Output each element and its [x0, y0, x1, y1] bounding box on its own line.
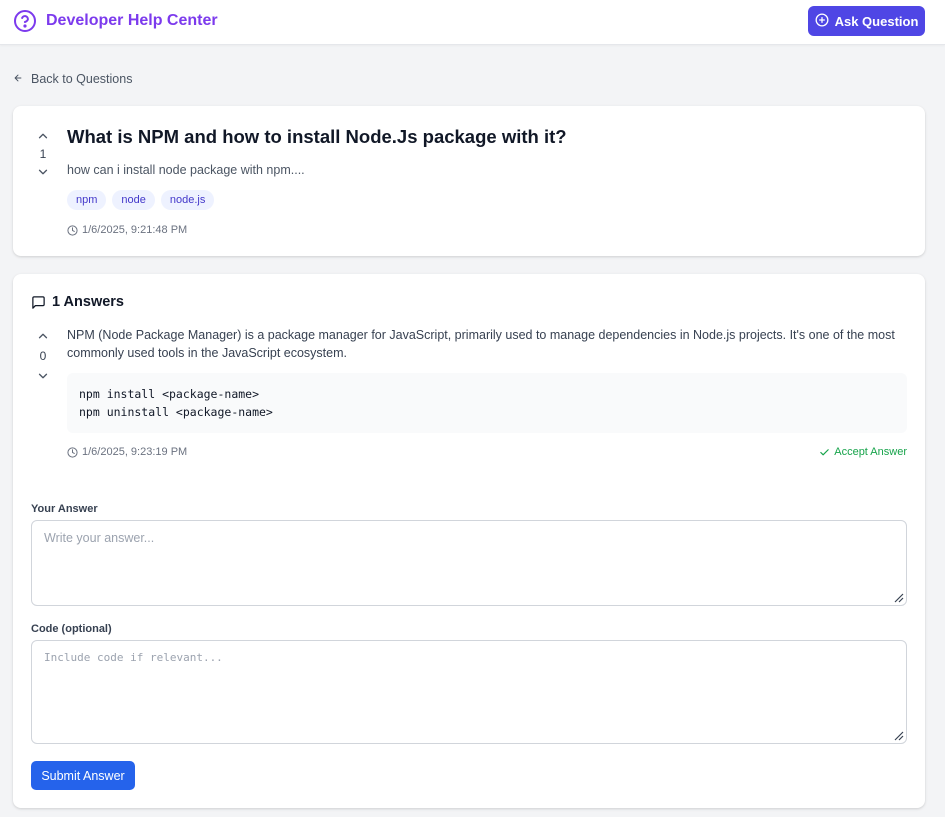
upvote-button[interactable]: [33, 128, 53, 144]
answer-timestamp-text: 1/6/2025, 9:23:19 PM: [82, 446, 188, 458]
accept-answer-button[interactable]: Accept Answer: [819, 446, 907, 458]
code-label: Code (optional): [31, 623, 112, 635]
chevron-down-icon: [38, 169, 48, 175]
plus-circle-icon: [815, 13, 835, 30]
chevron-down-icon: [38, 373, 48, 379]
tag-list: npm node node.js: [67, 190, 220, 210]
clock-icon: [67, 224, 78, 236]
question-body: how can i install node package with npm.…: [67, 163, 305, 177]
answers-heading: 1 Answers: [31, 294, 124, 310]
top-bar: Developer Help Center Ask Question: [0, 0, 945, 45]
answers-count: 1 Answers: [52, 294, 124, 310]
code-line: npm uninstall <package-name>: [79, 405, 273, 419]
your-answer-label: Your Answer: [31, 503, 98, 515]
code-line: npm install <package-name>: [79, 387, 260, 401]
question-card: 1 What is NPM and how to install Node.Js…: [13, 106, 925, 256]
brand[interactable]: Developer Help Center: [13, 9, 218, 33]
ask-question-label: Ask Question: [834, 13, 919, 29]
answer-vote-column: 0: [33, 328, 53, 384]
answer-upvote-button[interactable]: [33, 328, 53, 344]
arrow-left-icon: [13, 72, 31, 86]
back-label: Back to Questions: [31, 72, 133, 86]
question-vote-column: 1: [33, 128, 53, 180]
answer-vote-count: 0: [39, 349, 47, 363]
help-circle-icon: [13, 9, 37, 33]
answers-card: 1 Answers 0 NPM (Node Package Manager) i…: [13, 274, 925, 808]
vote-count: 1: [39, 147, 47, 161]
message-square-icon: [32, 295, 45, 309]
ask-question-button[interactable]: Ask Question: [808, 6, 925, 36]
answer-input[interactable]: [31, 520, 907, 606]
brand-title: Developer Help Center: [46, 12, 218, 29]
submit-answer-button[interactable]: Submit Answer: [31, 761, 135, 790]
clock-icon: [67, 446, 78, 458]
code-input[interactable]: [31, 640, 907, 744]
tag-nodejs[interactable]: node.js: [160, 190, 215, 210]
question-timestamp: 1/6/2025, 9:21:48 PM: [67, 224, 187, 236]
answer-downvote-button[interactable]: [33, 368, 53, 384]
answer-text: NPM (Node Package Manager) is a package …: [67, 328, 895, 360]
accept-answer-label: Accept Answer: [834, 446, 907, 458]
tag-npm[interactable]: npm: [67, 190, 107, 210]
answer-timestamp: 1/6/2025, 9:23:19 PM: [67, 446, 187, 458]
question-title: What is NPM and how to install Node.Js p…: [67, 126, 567, 147]
check-icon: [820, 448, 829, 455]
downvote-button[interactable]: [33, 164, 53, 180]
back-to-questions-link[interactable]: Back to Questions: [13, 72, 132, 86]
tag-node[interactable]: node: [112, 190, 155, 210]
answer-code-block: npm install <package-name> npm uninstall …: [67, 373, 907, 433]
chevron-up-icon: [38, 133, 48, 139]
question-timestamp-text: 1/6/2025, 9:21:48 PM: [82, 224, 188, 236]
chevron-up-icon: [38, 333, 48, 339]
